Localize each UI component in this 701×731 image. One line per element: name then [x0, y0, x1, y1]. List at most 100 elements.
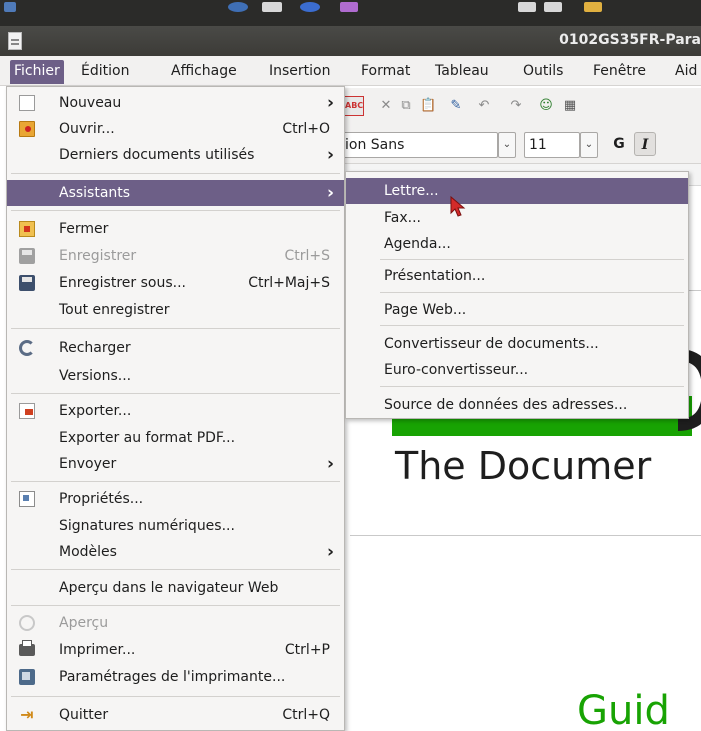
menu-item-exporter-pdf[interactable]: Exporter au format PDF... [7, 425, 344, 451]
panel-app-icon[interactable] [262, 2, 282, 12]
submenu-item-page-web[interactable]: Page Web... [346, 297, 688, 323]
menu-item-enregistrer[interactable]: Enregistrer Ctrl+S [7, 243, 344, 269]
menu-item-envoyer[interactable]: Envoyer › [7, 451, 344, 477]
menu-tableau[interactable]: Tableau [431, 60, 493, 84]
menu-item-tout-enregistrer[interactable]: Tout enregistrer [7, 297, 344, 323]
wizards-submenu: Lettre... Fax... Agenda... Présentation.… [345, 171, 689, 419]
panel-app-icon[interactable] [518, 2, 536, 12]
menu-item-label: Paramétrages de l'imprimante... [59, 669, 286, 685]
menu-item-shortcut: Ctrl+S [284, 248, 330, 264]
font-size-dropdown-icon[interactable]: ⌄ [580, 132, 598, 158]
paste-icon[interactable]: 📋 [420, 98, 436, 114]
menu-item-modeles[interactable]: Modèles › [7, 539, 344, 565]
menu-item-apercu-navigateur[interactable]: Aperçu dans le navigateur Web [7, 575, 344, 601]
menu-item-fermer[interactable]: Fermer [7, 216, 344, 242]
panel-app-icon[interactable] [228, 2, 248, 12]
submenu-item-lettre[interactable]: Lettre... [346, 178, 688, 204]
menu-item-proprietes[interactable]: Propriétés... [7, 486, 344, 512]
menu-outils[interactable]: Outils [519, 60, 567, 84]
preview-icon [19, 615, 35, 631]
clone-formatting-icon[interactable]: ✎ [448, 98, 464, 114]
submenu-item-agenda[interactable]: Agenda... [346, 231, 688, 257]
bold-button[interactable]: G [608, 132, 630, 156]
menu-item-imprimer[interactable]: Imprimer... Ctrl+P [7, 637, 344, 663]
menu-separator [11, 173, 340, 174]
menu-item-label: Lettre... [384, 183, 439, 199]
menu-insertion[interactable]: Insertion [265, 60, 334, 84]
menu-item-quitter[interactable]: ⇥ Quitter Ctrl+Q [7, 702, 344, 728]
menu-item-apercu[interactable]: Aperçu [7, 610, 344, 636]
menu-item-label: Exporter au format PDF... [59, 430, 236, 446]
redo-icon[interactable]: ↷ [508, 98, 524, 114]
menu-item-label: Présentation... [384, 268, 486, 284]
menu-item-exporter[interactable]: Exporter... [7, 398, 344, 424]
menu-item-label: Aperçu dans le navigateur Web [59, 580, 279, 596]
writer-document-icon [8, 32, 22, 50]
submenu-item-euro-convertisseur[interactable]: Euro-convertisseur... [346, 357, 688, 383]
submenu-arrow-icon: › [326, 183, 334, 203]
menu-separator [11, 481, 340, 482]
menu-item-parametrages-imprimante[interactable]: Paramétrages de l'imprimante... [7, 664, 344, 690]
menu-item-shortcut: Ctrl+O [282, 121, 330, 137]
menu-item-label: Page Web... [384, 302, 467, 318]
menu-item-derniers-documents[interactable]: Derniers documents utilisés › [7, 142, 344, 168]
menu-fenetre[interactable]: Fenêtre [589, 60, 650, 84]
menu-separator [380, 325, 684, 326]
font-size-combo[interactable]: 11 [524, 132, 580, 158]
panel-app-icon[interactable] [300, 2, 320, 12]
menu-item-label: Imprimer... [59, 642, 136, 658]
submenu-item-fax[interactable]: Fax... [346, 205, 688, 231]
menu-item-versions[interactable]: Versions... [7, 363, 344, 389]
export-icon [19, 403, 35, 419]
menu-item-label: Enregistrer sous... [59, 275, 186, 291]
desktop-top-panel [0, 0, 701, 26]
submenu-item-source-donnees[interactable]: Source de données des adresses... [346, 392, 688, 418]
panel-app-icon[interactable] [544, 2, 562, 12]
submenu-item-presentation[interactable]: Présentation... [346, 263, 688, 289]
menu-item-signatures[interactable]: Signatures numériques... [7, 513, 344, 539]
font-name-dropdown-icon[interactable]: ⌄ [498, 132, 516, 158]
panel-app-icon[interactable] [340, 2, 358, 12]
menu-item-enregistrer-sous[interactable]: Enregistrer sous... Ctrl+Maj+S [7, 270, 344, 296]
window-title-bar: 0102GS35FR-Para [0, 26, 701, 56]
spellcheck-icon[interactable]: ABC [344, 96, 364, 116]
navigator-icon[interactable]: ☺ [538, 98, 554, 114]
menu-item-label: Aperçu [59, 615, 109, 631]
menu-item-label: Ouvrir... [59, 121, 115, 137]
table-icon[interactable]: ▦ [562, 98, 578, 114]
menu-aide[interactable]: Aid [671, 60, 701, 84]
font-name-combo[interactable]: ion Sans [340, 132, 498, 158]
menu-separator [380, 386, 684, 387]
copy-icon[interactable]: ⧉ [398, 98, 414, 114]
panel-app-icon[interactable] [584, 2, 602, 12]
menu-item-label: Tout enregistrer [59, 302, 170, 318]
menu-item-label: Euro-convertisseur... [384, 362, 529, 378]
new-document-icon [19, 95, 35, 111]
menu-format[interactable]: Format [357, 60, 414, 84]
menu-separator [380, 259, 684, 260]
menu-affichage[interactable]: Affichage [167, 60, 241, 84]
undo-icon[interactable]: ↶ [476, 98, 492, 114]
cut-icon[interactable]: ✕ [378, 98, 394, 114]
submenu-arrow-icon: › [326, 542, 334, 562]
menu-fichier[interactable]: Fichier [10, 60, 64, 84]
submenu-item-convertisseur[interactable]: Convertisseur de documents... [346, 331, 688, 357]
menu-item-ouvrir[interactable]: Ouvrir... Ctrl+O [7, 116, 344, 142]
close-document-icon [19, 221, 35, 237]
menu-item-label: Modèles [59, 544, 117, 560]
menu-separator [11, 328, 340, 329]
menu-separator [11, 210, 340, 211]
menu-item-shortcut: Ctrl+P [284, 642, 330, 658]
menu-item-nouveau[interactable]: Nouveau › [7, 90, 344, 116]
file-menu: Nouveau › Ouvrir... Ctrl+O Derniers docu… [6, 86, 345, 731]
submenu-arrow-icon: › [326, 93, 334, 113]
panel-app-icon[interactable] [4, 2, 16, 12]
menu-separator [11, 393, 340, 394]
menu-edition[interactable]: Édition [77, 60, 133, 84]
menu-item-label: Quitter [59, 707, 109, 723]
menu-item-label: Assistants [59, 185, 131, 201]
menu-item-recharger[interactable]: Recharger [7, 335, 344, 361]
italic-button[interactable]: I [634, 132, 656, 156]
print-icon [19, 640, 35, 656]
menu-item-assistants[interactable]: Assistants › [7, 180, 344, 206]
